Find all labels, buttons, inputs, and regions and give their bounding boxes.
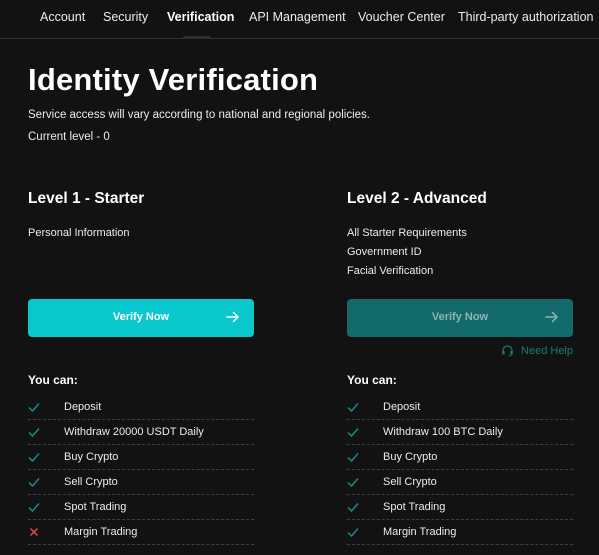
arrow-right-icon <box>545 311 558 323</box>
requirement-item: Facial Verification <box>347 265 434 277</box>
current-level: Current level - 0 <box>28 131 110 143</box>
permission-label: Withdraw 20000 USDT Daily <box>64 426 204 438</box>
permission-label: Spot Trading <box>383 501 446 513</box>
verify-button-label: Verify Now <box>112 311 170 323</box>
level-1-title: Level 1 - Starter <box>28 190 145 207</box>
permission-label: Sell Crypto <box>383 476 437 488</box>
check-icon <box>347 428 359 438</box>
permission-label: Withdraw 100 BTC Daily <box>383 426 503 438</box>
permission-item: Deposit <box>347 395 573 420</box>
permission-item: Margin Trading <box>347 520 573 545</box>
level-2-you-can-label: You can: <box>347 373 397 387</box>
page-title: Identity Verification <box>28 62 319 97</box>
permission-item: Buy Crypto <box>347 445 573 470</box>
permission-label: Sell Crypto <box>64 476 118 488</box>
permission-item: Sell Crypto <box>28 470 254 495</box>
check-icon <box>347 528 359 538</box>
level-1-requirements: Personal Information <box>28 224 254 243</box>
tab-voucher-center[interactable]: Voucher Center <box>358 10 445 24</box>
check-icon <box>28 478 40 488</box>
check-icon <box>347 403 359 413</box>
check-icon <box>28 453 40 463</box>
check-icon <box>347 453 359 463</box>
level-1-permissions: Deposit Withdraw 20000 USDT Daily Buy Cr… <box>28 395 254 545</box>
check-icon <box>28 403 40 413</box>
level-1-verify-now-button[interactable]: Verify Now <box>28 299 254 337</box>
need-help-label: Need Help <box>521 345 573 357</box>
cross-icon <box>29 527 39 537</box>
check-icon <box>28 503 40 513</box>
check-icon <box>347 478 359 488</box>
permission-item: Spot Trading <box>28 495 254 520</box>
permission-item: Spot Trading <box>347 495 573 520</box>
tab-account[interactable]: Account <box>40 10 85 24</box>
requirement-item: Government ID <box>347 246 422 258</box>
requirement-item: All Starter Requirements <box>347 227 467 239</box>
check-icon <box>28 428 40 438</box>
permission-item: Withdraw 20000 USDT Daily <box>28 420 254 445</box>
permission-label: Buy Crypto <box>383 451 438 463</box>
tab-verification[interactable]: Verification <box>167 10 234 24</box>
permission-label: Margin Trading <box>383 526 457 538</box>
level-2-title: Level 2 - Advanced <box>347 190 487 207</box>
arrow-right-icon <box>226 311 239 323</box>
permission-label: Margin Trading <box>64 526 138 538</box>
level-2-requirements: All Starter Requirements Government ID F… <box>347 224 573 281</box>
verify-button-label: Verify Now <box>431 311 489 323</box>
permission-label: Spot Trading <box>64 501 127 513</box>
permission-label: Buy Crypto <box>64 451 119 463</box>
level-1-you-can-label: You can: <box>28 373 78 387</box>
active-tab-indicator <box>183 36 211 39</box>
tab-api-management[interactable]: API Management <box>249 10 346 24</box>
permission-item: Buy Crypto <box>28 445 254 470</box>
level-1-card: Level 1 - Starter Personal Information V… <box>28 190 254 545</box>
permission-item: Withdraw 100 BTC Daily <box>347 420 573 445</box>
headset-icon <box>502 345 513 357</box>
tab-security[interactable]: Security <box>103 10 148 24</box>
permission-item: Sell Crypto <box>347 470 573 495</box>
level-2-verify-now-button[interactable]: Verify Now <box>347 299 573 337</box>
tab-third-party-authorization[interactable]: Third-party authorization <box>458 10 593 24</box>
level-2-card: Level 2 - Advanced All Starter Requireme… <box>347 190 573 545</box>
permission-label: Deposit <box>64 401 102 413</box>
need-help-link[interactable]: Need Help <box>501 344 573 357</box>
permission-label: Deposit <box>383 401 421 413</box>
page-subtitle: Service access will vary according to na… <box>28 109 370 121</box>
level-2-permissions: Deposit Withdraw 100 BTC Daily Buy Crypt… <box>347 395 573 545</box>
top-navigation: Account Security Verification API Manage… <box>0 0 599 39</box>
permission-item: Margin Trading <box>28 520 254 545</box>
permission-item: Deposit <box>28 395 254 420</box>
requirement-item: Personal Information <box>28 227 130 239</box>
check-icon <box>347 503 359 513</box>
